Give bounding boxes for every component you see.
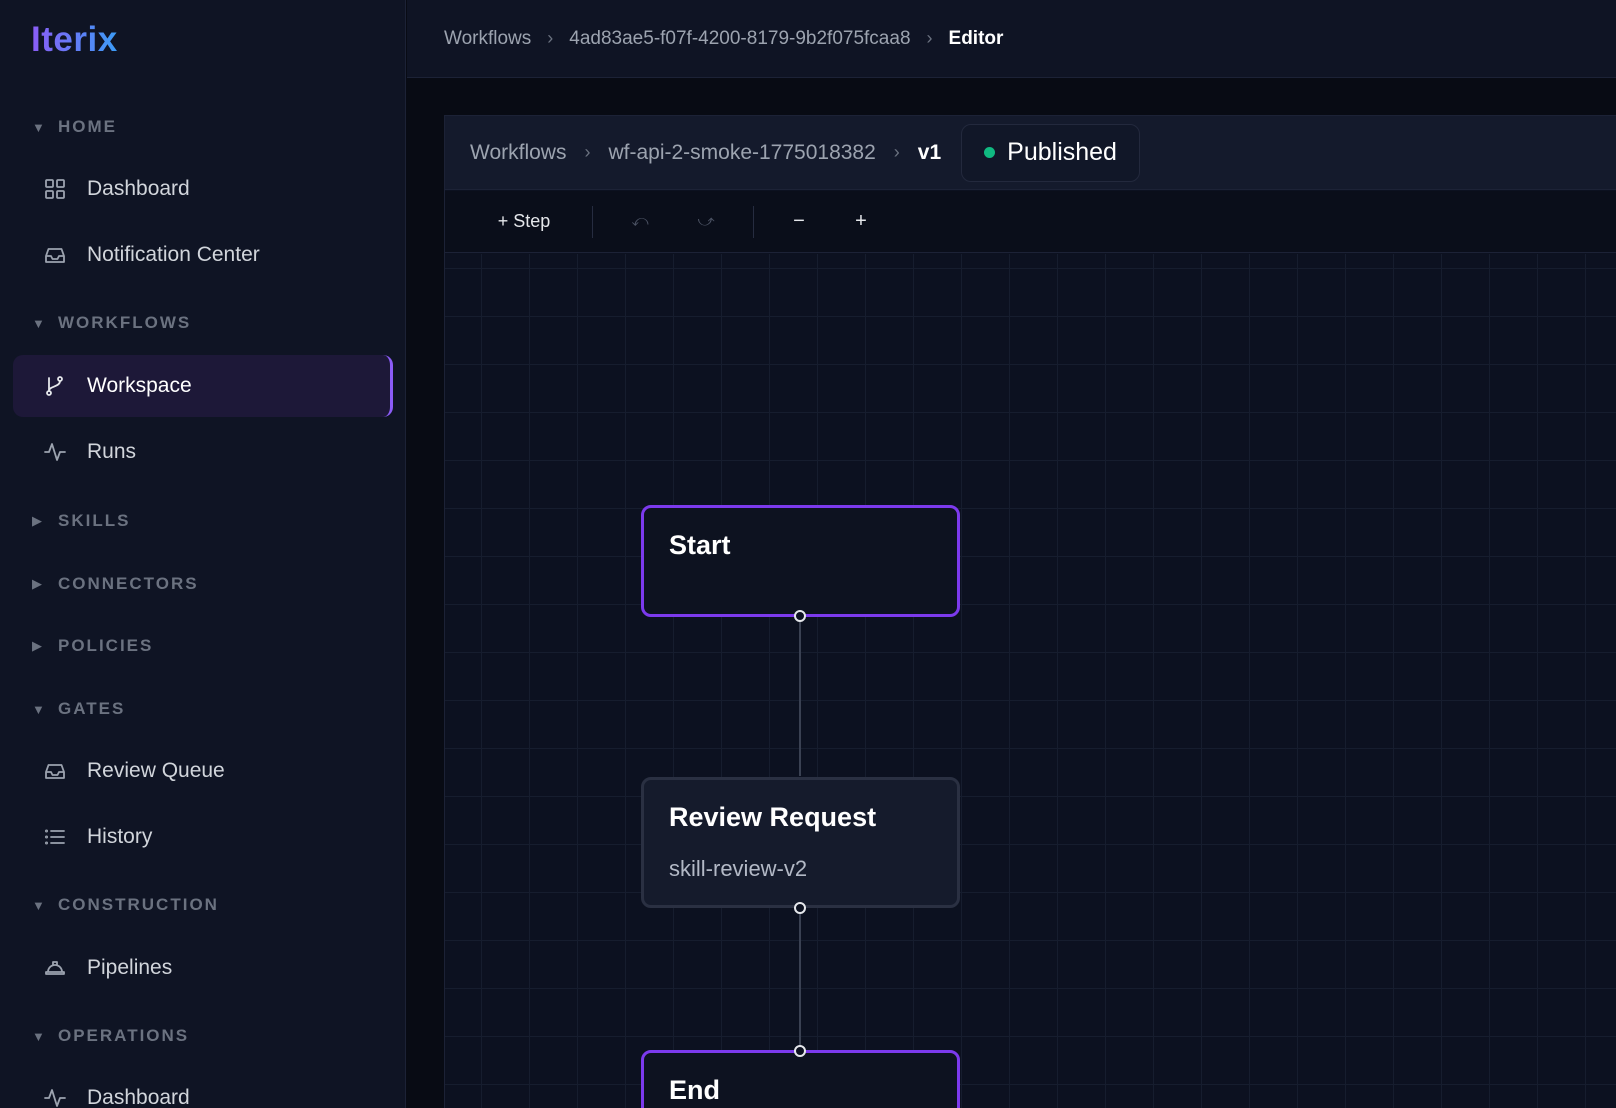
section-label: POLICIES [58,636,154,655]
chevron-down-icon: ▼ [32,897,47,913]
app-root: Iterix ▼ HOME Dashboard Notification Cen… [0,0,1616,1108]
sidebar-item-dashboard[interactable]: Dashboard [13,158,393,220]
sidebar-item-label: Workspace [87,374,192,397]
status-badge: Published [961,123,1140,182]
sidebar-item-label: Dashboard [87,177,190,200]
editor-header: Workflows › wf-api-2-smoke-1775018382 › … [445,116,1616,190]
chevron-right-icon: › [893,142,900,162]
inbox-icon [45,764,65,779]
sidebar-item-ops-dashboard[interactable]: Dashboard [13,1067,393,1108]
node-title: End [669,1075,720,1105]
chevron-down-icon: ▼ [32,1028,47,1044]
hard-hat-icon [45,961,65,975]
sidebar-item-history[interactable]: History [13,806,393,868]
sidebar-item-pipelines[interactable]: Pipelines [13,937,393,999]
sidebar-item-notification-center[interactable]: Notification Center [13,224,393,286]
section-construction[interactable]: ▼ CONSTRUCTION [32,893,219,917]
editor-toolbar: + Step ⤺ ⤻ − + [445,191,1616,253]
branch-icon [46,376,63,396]
toolbar-divider [753,205,754,238]
app-logo[interactable]: Iterix [31,20,118,60]
node-skill-label: skill-review-v2 [669,856,808,881]
section-operations[interactable]: ▼ OPERATIONS [32,1024,189,1048]
editor-crumb-workflows[interactable]: Workflows [470,141,566,165]
sidebar-item-review-queue[interactable]: Review Queue [13,740,393,802]
sidebar-item-label: Notification Center [87,243,260,266]
sidebar-item-label: History [87,825,153,848]
toolbar-divider [592,205,593,238]
breadcrumb-workflow-id[interactable]: 4ad83ae5-f07f-4200-8179-9b2f075fcaa8 [569,28,910,50]
section-label: WORKFLOWS [58,313,192,332]
edge-review-end [799,906,801,1048]
undo-button[interactable]: ⤺ [625,202,655,242]
activity-icon [44,443,66,461]
chevron-down-icon: ▼ [32,315,47,331]
node-title: Review Request [669,802,877,832]
section-label: CONNECTORS [58,574,199,593]
port-end-in[interactable] [794,1045,806,1057]
section-connectors[interactable]: ▶ CONNECTORS [32,572,199,596]
editor-crumb-version: v1 [917,140,942,164]
chevron-right-icon: › [584,142,591,162]
chevron-right-icon: › [926,28,933,48]
sidebar-item-label: Pipelines [87,956,173,979]
grid-icon [45,179,65,199]
breadcrumb-workflows[interactable]: Workflows [444,28,531,50]
inbox-icon [45,248,65,263]
port-review-out[interactable] [794,902,806,914]
section-label: CONSTRUCTION [58,895,219,914]
editor-crumb-workflow-name[interactable]: wf-api-2-smoke-1775018382 [608,141,875,165]
sidebar-item-label: Review Queue [87,759,225,782]
zoom-out-button[interactable]: − [786,202,812,242]
zoom-in-button[interactable]: + [848,202,874,242]
section-home[interactable]: ▼ HOME [32,115,117,139]
port-start-out[interactable] [794,610,806,622]
redo-button[interactable]: ⤻ [691,202,721,242]
chevron-down-icon: ▼ [32,701,47,717]
sidebar-item-label: Dashboard [87,1086,190,1108]
section-label: SKILLS [58,511,131,530]
top-breadcrumb: Workflows › 4ad83ae5-f07f-4200-8179-9b2f… [407,0,1616,78]
section-label: OPERATIONS [58,1026,190,1045]
chevron-right-icon: ▶ [32,576,44,591]
sidebar: Iterix ▼ HOME Dashboard Notification Cen… [0,0,406,1108]
edge-start-review [799,616,801,776]
add-step-button[interactable]: + Step [491,202,557,242]
status-dot-icon [984,147,996,158]
section-label: GATES [58,699,126,718]
sidebar-item-label: Runs [87,440,137,463]
section-label: HOME [58,117,117,136]
chevron-right-icon: ▶ [32,513,44,528]
section-skills[interactable]: ▶ SKILLS [32,509,130,533]
workflow-editor: Workflows › wf-api-2-smoke-1775018382 › … [444,115,1616,1108]
status-label: Published [1007,138,1117,166]
breadcrumb-current: Editor [948,27,1004,49]
section-policies[interactable]: ▶ POLICIES [32,634,153,658]
section-workflows[interactable]: ▼ WORKFLOWS [32,311,191,335]
activity-icon [44,1089,66,1107]
node-title: Start [669,530,731,560]
chevron-right-icon: › [547,28,554,48]
node-review-request[interactable]: Review Request skill-review-v2 [641,777,960,908]
sidebar-item-runs[interactable]: Runs [13,421,393,483]
section-gates[interactable]: ▼ GATES [32,697,125,721]
node-start[interactable]: Start [641,505,960,617]
workflow-canvas[interactable]: Start Review Request skill-review-v2 End [445,254,1616,1108]
chevron-down-icon: ▼ [32,119,47,135]
chevron-right-icon: ▶ [32,638,44,653]
sidebar-item-workspace[interactable]: Workspace [13,355,393,417]
node-end[interactable]: End [641,1050,960,1108]
list-icon [45,829,65,845]
